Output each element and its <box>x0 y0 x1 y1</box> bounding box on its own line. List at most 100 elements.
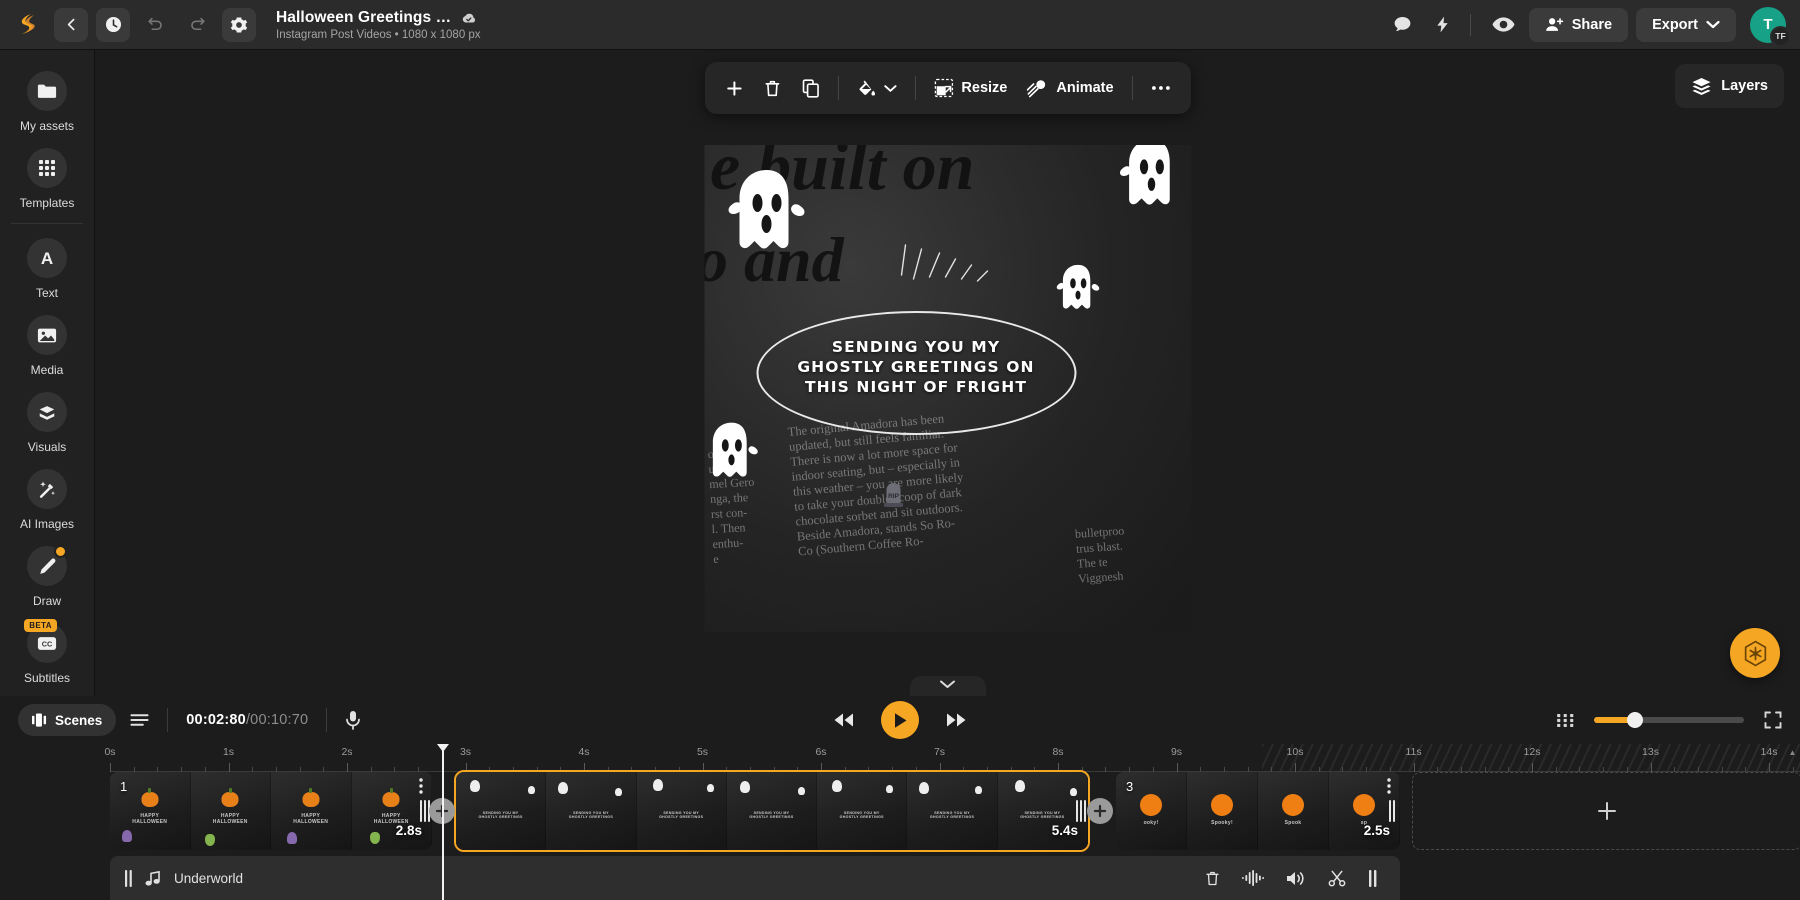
pause-bars-icon[interactable] <box>1368 870 1378 887</box>
layers-button[interactable]: Layers <box>1675 64 1784 108</box>
scissors-icon[interactable] <box>1328 870 1346 887</box>
scene-number: 3 <box>1126 779 1133 794</box>
add-element-button[interactable] <box>714 69 753 107</box>
export-button[interactable]: Export <box>1636 8 1736 42</box>
grip-icon[interactable] <box>124 870 133 887</box>
timeline-ruler[interactable]: 0s1s2s3s4s5s6s7s8s9s10s11s12s13s14s ▲ <box>0 744 1800 772</box>
sidebar-item-draw[interactable]: Draw <box>0 537 95 614</box>
microphone-button[interactable] <box>345 710 361 730</box>
brand-logo-icon[interactable] <box>10 8 44 42</box>
back-button[interactable] <box>54 8 88 42</box>
ruler-tick <box>347 763 348 772</box>
clip-thumbnail: SENDING YOU MYGHOSTLY GREETINGS <box>998 772 1088 850</box>
fill-color-button[interactable] <box>846 69 906 107</box>
comment-icon[interactable] <box>1386 8 1420 42</box>
zoom-slider-handle[interactable] <box>1627 712 1643 728</box>
sidebar-item-my-assets[interactable]: My assets <box>0 62 95 139</box>
clip-thumbnail: SENDING YOU MYGHOSTLY GREETINGS <box>546 772 636 850</box>
spooky-circle-icon <box>1140 794 1162 816</box>
settings-button[interactable] <box>222 8 256 42</box>
scene-menu-button[interactable] <box>419 778 423 794</box>
scenes-label: Scenes <box>55 713 102 728</box>
fullscreen-button[interactable] <box>1764 711 1782 729</box>
thumb-caption: SENDING YOU MYGHOSTLY GREETINGS <box>659 811 703 820</box>
add-scene-slot[interactable] <box>1412 772 1800 850</box>
scene-menu-button[interactable] <box>1387 778 1391 794</box>
timeline-clip-scene-2[interactable]: SENDING YOU MYGHOSTLY GREETINGS SENDING … <box>456 772 1088 850</box>
delete-button[interactable] <box>753 69 791 107</box>
news-line: rst con- <box>710 503 789 522</box>
clip-thumbnail: SENDING YOU MYGHOSTLY GREETINGS <box>727 772 817 850</box>
mini-ghost-icon <box>832 780 842 792</box>
news-line: There is now a lot more space for <box>789 431 1059 469</box>
timeline-clip-scene-1[interactable]: HAPPYHALLOWEEN HAPPYHALLOWEEN HAPPYHALLO… <box>110 772 432 850</box>
lightning-bolt-icon[interactable] <box>1426 8 1460 42</box>
assistant-fab-button[interactable] <box>1730 628 1780 678</box>
grip-icon <box>1389 800 1395 822</box>
resize-button[interactable]: Resize <box>923 69 1017 107</box>
page-title[interactable]: Halloween Greetings … <box>276 9 451 27</box>
volume-icon[interactable] <box>1286 870 1306 887</box>
sidebar-item-ai-images[interactable]: AI Images <box>0 460 95 537</box>
sidebar-item-templates[interactable]: Templates <box>0 139 95 216</box>
ruler-tick <box>1769 763 1770 772</box>
clip-thumbnail: Spooky! <box>1187 772 1258 850</box>
tombstone-icon[interactable]: RIP <box>882 481 904 507</box>
timecode-display: 00:02:80/00:10:70 <box>186 712 308 728</box>
mini-ghost-icon <box>919 782 929 794</box>
mini-ghost-icon <box>653 779 663 791</box>
sidebar-item-subtitles[interactable]: CC BETA Subtitles <box>0 614 95 691</box>
eye-icon[interactable] <box>1487 8 1521 42</box>
redo-button[interactable] <box>180 8 214 42</box>
list-icon[interactable] <box>130 713 149 727</box>
rewind-button[interactable] <box>833 712 855 728</box>
clip-thumbnails: SENDING YOU MYGHOSTLY GREETINGS SENDING … <box>456 772 1088 850</box>
animate-label: Animate <box>1056 80 1113 96</box>
timeline-panel: Scenes 00:02:80/00:10:70 <box>0 696 1800 900</box>
toolbar-divider <box>837 76 838 100</box>
clip-trim-handle-right[interactable] <box>421 798 429 824</box>
timeline-vertical-scrollbar[interactable]: ▲ <box>1789 748 1796 766</box>
clip-trim-handle-right[interactable] <box>1388 798 1396 824</box>
scenes-toggle-button[interactable]: Scenes <box>18 704 116 736</box>
sidebar-item-text[interactable]: A Text <box>0 229 95 306</box>
trash-icon[interactable] <box>1205 870 1220 887</box>
timeline-clip-scene-3[interactable]: ooky! Spooky! Spook sp <box>1116 772 1400 850</box>
controls-divider <box>326 708 327 732</box>
add-scene-between-button[interactable] <box>429 798 455 824</box>
clip-trim-handle-right[interactable] <box>1077 798 1085 824</box>
collapse-timeline-button[interactable] <box>910 676 986 696</box>
sidebar-item-visuals[interactable]: Visuals <box>0 383 95 460</box>
resize-label: Resize <box>961 80 1007 96</box>
duplicate-button[interactable] <box>791 69 829 107</box>
ghost-icon <box>704 420 760 486</box>
canvas-stage: Resize Animate Layers <box>95 50 1800 696</box>
fast-forward-button[interactable] <box>945 712 967 728</box>
clip-thumbnail: SENDING YOU MYGHOSTLY GREETINGS <box>907 772 997 850</box>
news-line: to take your double scoop of dark <box>793 476 1063 514</box>
playback-controls <box>833 701 967 739</box>
sidebar-item-label: Visuals <box>28 440 66 454</box>
video-canvas[interactable]: e built on o and The original Amadora ha… <box>704 145 1191 632</box>
waveform-icon[interactable] <box>1242 870 1264 886</box>
share-button[interactable]: Share <box>1529 8 1628 42</box>
news-line: The te <box>1076 549 1187 572</box>
undo-button[interactable] <box>138 8 172 42</box>
ruler-tick-label: 2s <box>341 746 352 758</box>
audio-clip[interactable]: Underworld <box>110 856 1400 900</box>
avatar[interactable]: T TF <box>1750 7 1786 43</box>
play-button[interactable] <box>881 701 919 739</box>
animate-button[interactable]: Animate <box>1017 69 1123 107</box>
sidebar-item-media[interactable]: Media <box>0 306 95 383</box>
copy-icon <box>801 79 819 98</box>
audio-track-name: Underworld <box>174 871 243 886</box>
mini-ghost-icon <box>122 830 132 842</box>
more-options-button[interactable] <box>1141 69 1181 107</box>
grid-view-button[interactable] <box>1557 714 1574 727</box>
version-history-button[interactable] <box>96 8 130 42</box>
canvas-text-block[interactable]: SENDING YOU MY GHOSTLY GREETINGS ON THIS… <box>774 338 1058 397</box>
add-scene-between-button[interactable] <box>1087 798 1113 824</box>
scene-duration: 2.8s <box>396 823 422 838</box>
zoom-slider[interactable] <box>1594 717 1744 723</box>
scroll-up-arrow[interactable]: ▲ <box>1789 748 1797 757</box>
